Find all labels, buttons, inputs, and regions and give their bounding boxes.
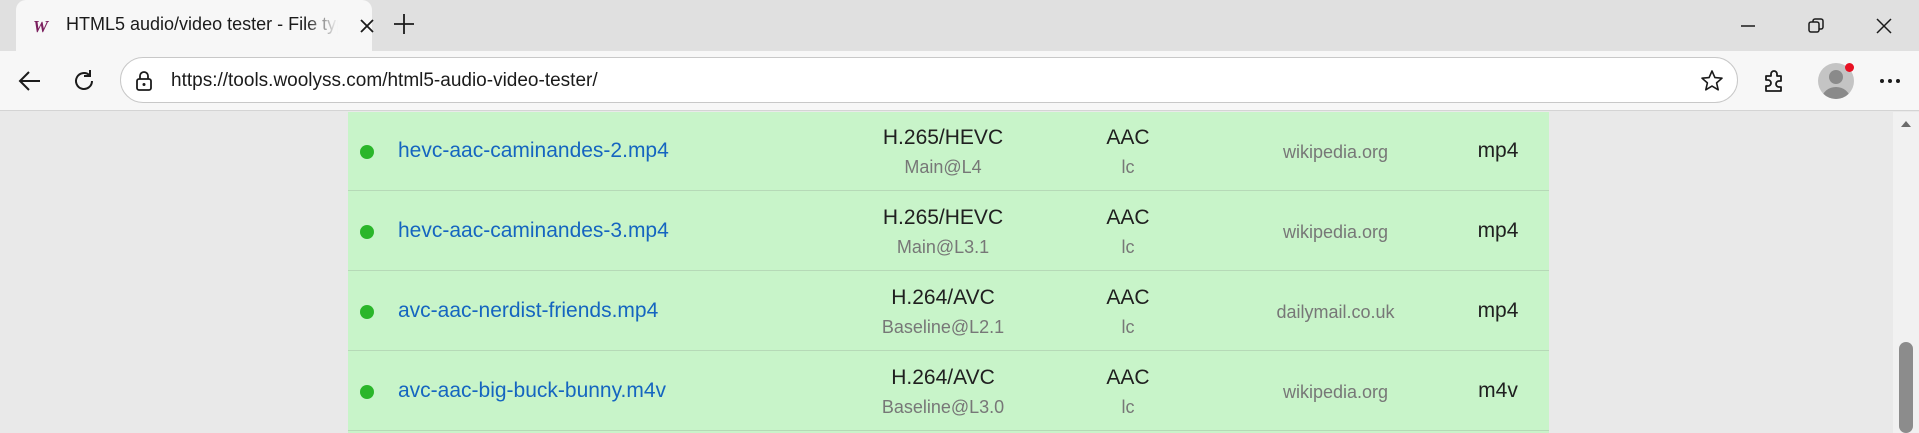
browser-toolbar: https://tools.woolyss.com/html5-audio-vi…	[0, 51, 1919, 111]
woolyss-w-icon: W	[33, 17, 50, 36]
video-codec-cell: H.265/HEVC Main@L4	[828, 126, 1058, 178]
source-site: dailymail.co.uk	[1276, 302, 1395, 322]
video-codec: H.264/AVC	[891, 366, 995, 389]
file-link[interactable]: avc-aac-nerdist-friends.mp4	[398, 299, 658, 323]
audio-codec-cell: AAC lc	[1068, 286, 1188, 338]
status-ok-dot	[360, 225, 374, 239]
file-extension: m4v	[1478, 379, 1518, 402]
tab-title: HTML5 audio/video tester - File types	[66, 14, 338, 34]
audio-codec: AAC	[1106, 126, 1150, 149]
refresh-button[interactable]	[68, 65, 100, 97]
video-profile: Main@L4	[904, 157, 982, 177]
audio-codec-cell: AAC lc	[1068, 126, 1188, 178]
file-link[interactable]: hevc-aac-caminandes-2.mp4	[398, 139, 669, 163]
video-codec: H.265/HEVC	[882, 206, 1004, 229]
source-site: wikipedia.org	[1282, 382, 1389, 402]
browser-tab[interactable]: W HTML5 audio/video tester - File types	[16, 0, 374, 51]
vertical-scrollbar[interactable]	[1893, 112, 1919, 433]
file-extension: mp4	[1477, 139, 1519, 162]
address-bar[interactable]: https://tools.woolyss.com/html5-audio-vi…	[120, 57, 1738, 103]
video-codec: H.264/AVC	[891, 286, 995, 309]
minimize-icon	[1741, 24, 1755, 27]
puzzle-piece-icon	[1765, 70, 1782, 92]
table-row: avc-aac-nerdist-friends.mp4 H.264/AVC Ba…	[348, 272, 1549, 351]
video-codec-cell: H.265/HEVC Main@L3.1	[828, 206, 1058, 258]
audio-profile: lc	[1121, 237, 1135, 257]
tab-strip: W HTML5 audio/video tester - File types	[0, 0, 1919, 51]
file-table: hevc-aac-caminandes-2.mp4 H.265/HEVC Mai…	[348, 112, 1549, 433]
video-codec: H.265/HEVC	[882, 126, 1004, 149]
page-viewport: hevc-aac-caminandes-2.mp4 H.265/HEVC Mai…	[0, 112, 1919, 433]
table-row: hevc-aac-caminandes-2.mp4 H.265/HEVC Mai…	[348, 112, 1549, 191]
audio-codec: AAC	[1106, 286, 1150, 309]
video-profile: Baseline@L2.1	[881, 317, 1005, 337]
back-arrow-icon	[18, 71, 40, 91]
status-ok-dot	[360, 145, 374, 159]
audio-profile: lc	[1121, 157, 1135, 177]
svg-text:W: W	[33, 17, 50, 36]
audio-codec: AAC	[1106, 366, 1150, 389]
status-ok-dot	[360, 305, 374, 319]
extensions-button[interactable]	[1758, 65, 1790, 97]
restore-icon	[1808, 17, 1824, 33]
audio-codec: AAC	[1106, 206, 1150, 229]
table-row: hevc-aac-caminandes-3.mp4 H.265/HEVC Mai…	[348, 192, 1549, 271]
audio-codec-cell: AAC lc	[1068, 206, 1188, 258]
file-link[interactable]: avc-aac-big-buck-bunny.m4v	[398, 379, 666, 403]
notification-badge	[1845, 63, 1854, 72]
source-site: wikipedia.org	[1282, 222, 1389, 242]
video-codec-cell: H.264/AVC Baseline@L3.0	[828, 366, 1058, 418]
more-menu-button[interactable]	[1874, 65, 1906, 97]
file-link[interactable]: hevc-aac-caminandes-3.mp4	[398, 219, 669, 243]
video-profile: Main@L3.1	[896, 237, 990, 257]
audio-profile: lc	[1121, 397, 1135, 417]
close-window-icon	[1876, 17, 1892, 34]
new-tab-icon[interactable]	[390, 10, 418, 38]
tab-close-icon[interactable]	[355, 14, 379, 38]
audio-profile: lc	[1121, 317, 1135, 337]
more-dots-icon	[1880, 79, 1900, 83]
audio-codec-cell: AAC lc	[1068, 366, 1188, 418]
source-site: wikipedia.org	[1282, 142, 1389, 162]
video-profile: Baseline@L3.0	[881, 397, 1005, 417]
minimize-button[interactable]	[1714, 0, 1782, 51]
back-button[interactable]	[14, 65, 46, 97]
status-ok-dot	[360, 385, 374, 399]
file-extension: mp4	[1477, 219, 1519, 242]
scroll-up-arrow-icon[interactable]	[1900, 118, 1912, 128]
scrollbar-thumb[interactable]	[1899, 342, 1913, 433]
restore-button[interactable]	[1782, 0, 1850, 51]
favorite-star-icon[interactable]	[1699, 68, 1725, 94]
lock-icon[interactable]	[133, 70, 155, 92]
url-text[interactable]: https://tools.woolyss.com/html5-audio-vi…	[171, 70, 598, 92]
close-window-button[interactable]	[1850, 0, 1918, 51]
file-extension: mp4	[1477, 299, 1519, 322]
video-codec-cell: H.264/AVC Baseline@L2.1	[828, 286, 1058, 338]
refresh-icon	[75, 70, 93, 90]
table-row: avc-aac-big-buck-bunny.m4v H.264/AVC Bas…	[348, 352, 1549, 431]
